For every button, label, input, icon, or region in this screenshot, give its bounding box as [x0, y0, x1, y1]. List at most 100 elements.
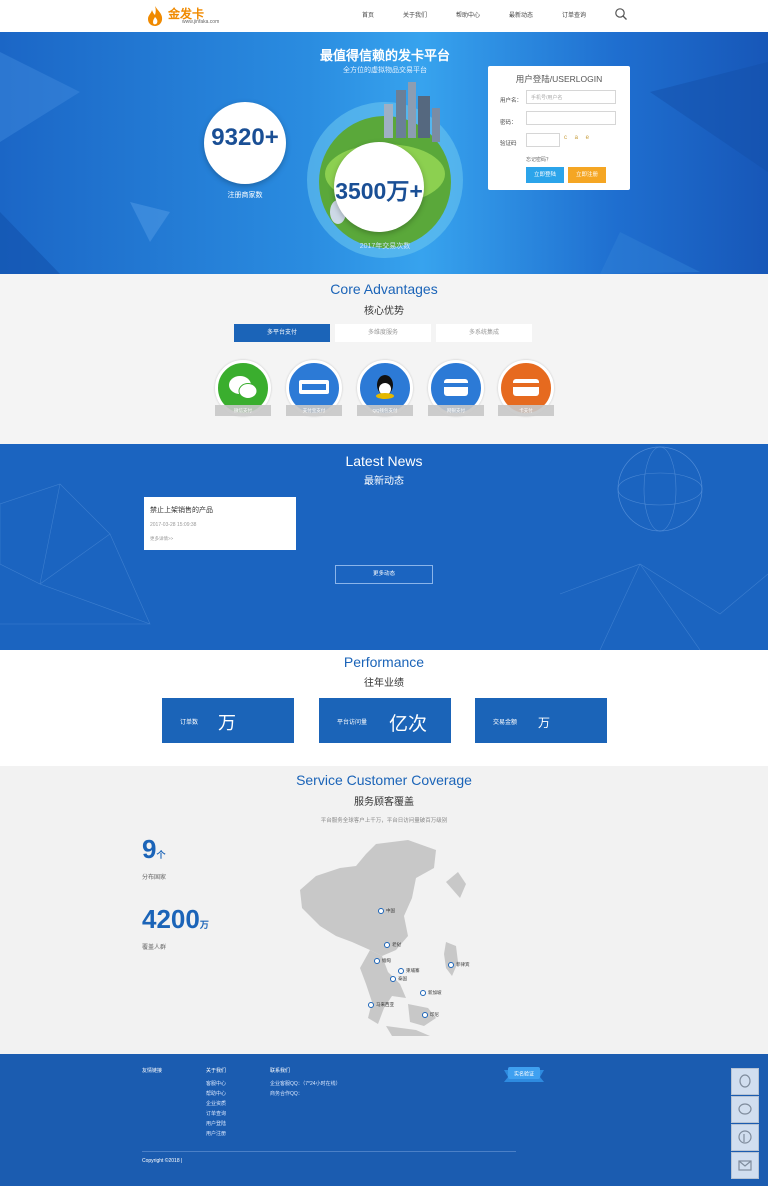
footer-link-order-query[interactable]: 订单查询: [206, 1110, 226, 1117]
side-qq-button[interactable]: [731, 1068, 759, 1095]
news-more-link[interactable]: 更多详情>>: [150, 536, 173, 542]
nav-about[interactable]: 关于我们: [403, 10, 427, 19]
amount-value: 万: [538, 716, 551, 730]
payment-bank-label: 网银支付: [428, 405, 484, 416]
verified-badge-icon[interactable]: 实名验证: [500, 1064, 548, 1084]
coverage-title-en: Service Customer Coverage: [296, 772, 472, 788]
performance-title-en: Performance: [343, 654, 425, 670]
merchant-count-circle: 9320+: [204, 102, 286, 184]
performance-visits: 平台访问量 亿次: [319, 698, 451, 743]
pin-singapore[interactable]: 新加坡: [420, 990, 442, 996]
map-pin-icon: [390, 976, 396, 982]
pin-thailand[interactable]: 泰国: [390, 976, 407, 982]
pin-label: 印尼: [430, 1012, 439, 1018]
footer-friend-links-heading: 友情链接: [142, 1068, 163, 1074]
pin-label: 马来西亚: [376, 1002, 394, 1008]
map-pin-icon: [374, 958, 380, 964]
performance-orders: 订单数 万: [162, 698, 294, 743]
footer-link-login[interactable]: 用户登陆: [206, 1120, 226, 1127]
hero-title: 最值得信赖的发卡平台: [319, 48, 450, 63]
transaction-count-circle: 3500万+: [334, 142, 424, 232]
tab-multi-platform-payment[interactable]: 多平台支付: [234, 324, 330, 342]
visits-value: 亿次: [389, 714, 428, 735]
map-pin-icon: [384, 942, 390, 948]
countries-stat: 9个: [142, 834, 165, 865]
people-label: 覆盖人群: [142, 945, 167, 951]
pin-label: 泰国: [398, 976, 407, 982]
more-news-button[interactable]: 更多动态: [335, 565, 433, 584]
footer-link-qualification[interactable]: 企业资质: [206, 1100, 226, 1107]
site-header: 金发卡 www.jinfaka.com 首页 关于我们 帮助中心 最新动态 订单…: [0, 0, 768, 32]
payment-qq[interactable]: QQ钱包支付: [357, 360, 413, 418]
pin-indonesia[interactable]: 印尼: [422, 1012, 439, 1018]
password-input[interactable]: [526, 111, 616, 125]
side-mail-button[interactable]: [731, 1152, 759, 1179]
news-card[interactable]: 禁止上架销售的产品 2017-03-28 15:09:38 更多详情>>: [144, 497, 296, 550]
register-button[interactable]: 立即注册: [568, 167, 606, 183]
pin-cambodia[interactable]: 柬埔寨: [398, 968, 420, 974]
pin-label: 中国: [386, 908, 395, 914]
pin-label: 柬埔寨: [406, 968, 420, 974]
forgot-password-link[interactable]: 忘记密码？: [526, 156, 551, 163]
transaction-count-label: 2017年交易次数: [359, 243, 411, 250]
pin-label: 缅甸: [382, 958, 391, 964]
performance-section: Performance 往年业绩 订单数 万 平台访问量 亿次 交易金额 万: [0, 650, 768, 766]
pin-malaysia[interactable]: 马来西亚: [368, 1002, 394, 1008]
coverage-title-cn: 服务顾客覆盖: [354, 797, 414, 808]
nav-news[interactable]: 最新动态: [509, 10, 533, 19]
verified-badge-label: 实名验证: [514, 1071, 534, 1078]
hero-subtitle: 全方位的虚拟物品交易平台: [343, 67, 427, 74]
people-unit: 万: [199, 920, 209, 930]
orders-value: 万: [218, 713, 236, 733]
login-button[interactable]: 立即登陆: [526, 167, 564, 183]
pin-china[interactable]: 中国: [378, 908, 395, 914]
payment-bank[interactable]: 网银支付: [428, 360, 484, 418]
hero-banner: 最值得信赖的发卡平台 全方位的虚拟物品交易平台 9320+ 注册商家数 3500…: [0, 32, 768, 274]
news-title[interactable]: 禁止上架销售的产品: [150, 505, 213, 515]
copyright: Copyright ©2018 |: [142, 1158, 183, 1164]
mail-icon: [738, 1160, 752, 1171]
pin-label: 菲律宾: [456, 962, 470, 968]
pin-myanmar[interactable]: 缅甸: [374, 958, 391, 964]
tab-multi-system[interactable]: 多系统集成: [436, 324, 532, 342]
merchant-count-value: 9320+: [211, 124, 279, 151]
performance-title-cn: 往年业绩: [364, 678, 404, 689]
merchant-count-label: 注册商家数: [227, 192, 263, 199]
captcha-input[interactable]: [526, 133, 560, 147]
captcha-image[interactable]: c a e: [564, 135, 592, 141]
nav-order-query[interactable]: 订单查询: [562, 10, 586, 19]
visits-label: 平台访问量: [337, 720, 368, 726]
username-label: 用户名：: [500, 98, 523, 104]
login-panel: 用户登陆/USERLOGIN 用户名： 手机号/用户名 密码： 验证码 c a …: [488, 66, 630, 190]
password-label: 密码：: [500, 120, 517, 126]
side-pay-button[interactable]: [731, 1124, 759, 1151]
footer-link-register[interactable]: 用户注册: [206, 1130, 226, 1137]
side-chat-button[interactable]: [731, 1096, 759, 1123]
payment-alipay[interactable]: 支付宝支付: [286, 360, 342, 418]
coverage-subtitle: 平台服务全球客户上千万，平台日访问量破百万级别: [320, 818, 448, 824]
footer-link-service[interactable]: 客服中心: [206, 1080, 226, 1087]
countries-unit: 个: [156, 850, 166, 860]
search-icon[interactable]: [614, 7, 628, 21]
footer-service-qq: 企业客服QQ：（7*24小时在线）: [270, 1081, 341, 1087]
news-date: 2017-03-28 15:09:38: [150, 522, 197, 528]
footer-about-heading: 关于我们: [206, 1068, 227, 1074]
footer-link-help[interactable]: 帮助中心: [206, 1090, 226, 1097]
footer-business-qq: 商务合作QQ：: [270, 1091, 303, 1097]
pin-philippines[interactable]: 菲律宾: [448, 962, 470, 968]
core-title-cn: 核心优势: [364, 306, 404, 317]
payment-wechat[interactable]: 微信支付: [215, 360, 271, 418]
tab-multi-service[interactable]: 多维度服务: [335, 324, 431, 342]
payment-card[interactable]: 卡支付: [498, 360, 554, 418]
username-input[interactable]: 手机号/用户名: [526, 90, 616, 104]
site-logo[interactable]: 金发卡 www.jinfaka.com: [146, 4, 246, 28]
latest-news-section: Latest News 最新动态 禁止上架销售的产品 2017-03-28 15…: [0, 444, 768, 650]
nav-home[interactable]: 首页: [362, 10, 374, 19]
nav-help[interactable]: 帮助中心: [456, 10, 480, 19]
pin-laos[interactable]: 老挝: [384, 942, 401, 948]
pay-icon: [738, 1130, 752, 1144]
map-pin-icon: [420, 990, 426, 996]
countries-label: 分布国家: [142, 875, 167, 881]
payment-card-label: 卡支付: [498, 405, 554, 416]
map-pin-icon: [378, 908, 384, 914]
